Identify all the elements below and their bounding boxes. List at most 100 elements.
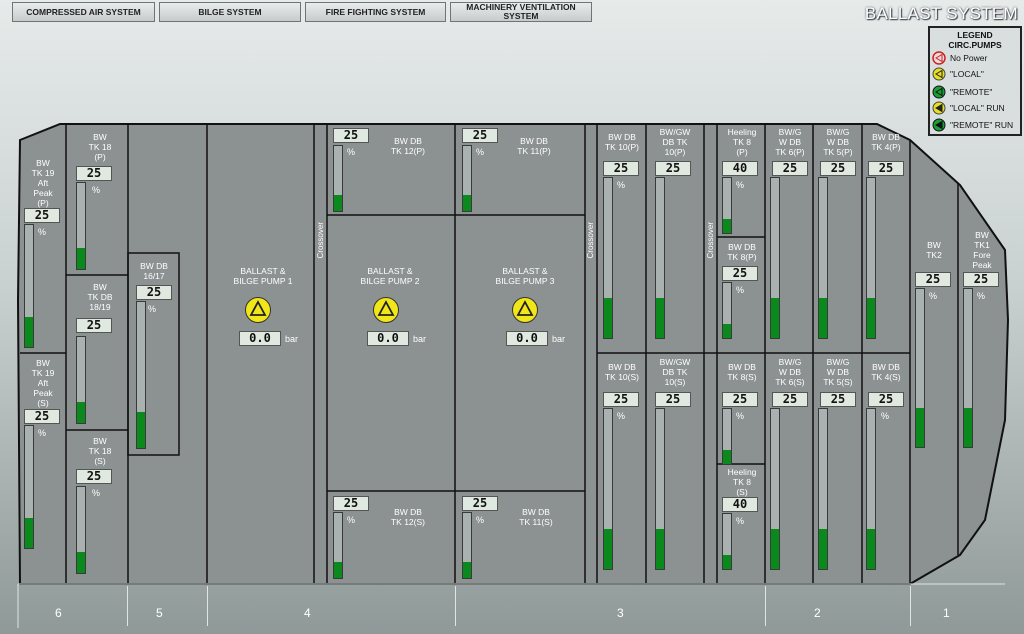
percent-label: % xyxy=(476,515,485,525)
pressure-unit: bar xyxy=(552,334,566,344)
tank-level-bar xyxy=(818,408,828,570)
tank-level-fill xyxy=(819,529,827,569)
tank-label: BW DB TK 10(S) xyxy=(604,362,639,382)
tank-level-bar xyxy=(136,301,146,449)
tank-level-fill xyxy=(656,529,664,569)
percent-label: % xyxy=(92,185,101,195)
pump-label: BALLAST & BILGE PUMP 1 xyxy=(233,266,293,286)
tank-label: BW/GW DB TK 10(P) xyxy=(659,127,691,157)
tank-label: BW DB TK 12(P) xyxy=(390,136,425,156)
pressure-unit: bar xyxy=(285,334,299,344)
tank-label: BW TK 18 (S) xyxy=(88,436,112,466)
tank-value: 25 xyxy=(603,161,639,176)
tank-level-fill xyxy=(334,194,342,211)
tank-level-fill xyxy=(77,401,85,423)
tank-level-fill xyxy=(77,551,85,573)
tank-level-fill xyxy=(723,219,731,233)
percent-label: % xyxy=(476,147,485,157)
tank-level-bar xyxy=(866,177,876,339)
tank-value: 25 xyxy=(820,392,856,407)
tank-level-bar xyxy=(915,288,925,448)
tank-level-fill xyxy=(964,407,972,447)
zone-divider xyxy=(910,586,911,626)
tank-level-fill xyxy=(867,529,875,569)
percent-label: % xyxy=(617,180,626,190)
tank-value: 25 xyxy=(820,161,856,176)
tank-level-fill xyxy=(771,529,779,569)
percent-label: % xyxy=(347,147,356,157)
percent-label: % xyxy=(617,411,626,421)
tank-label: BW/G W DB TK 6(S) xyxy=(775,357,805,387)
zone-number: 3 xyxy=(617,606,624,620)
tank-value: 25 xyxy=(76,166,112,181)
zone-number: 4 xyxy=(304,606,311,620)
tank-level-fill xyxy=(723,324,731,338)
tank-label: BW DB TK 8(S) xyxy=(727,362,757,382)
tank-level-fill xyxy=(25,316,33,347)
tank-value: 25 xyxy=(333,128,369,143)
zone-number: 5 xyxy=(156,606,163,620)
tank-value: 40 xyxy=(722,497,758,512)
tank-level-fill xyxy=(25,517,33,548)
tank-level-fill xyxy=(334,561,342,578)
tank-level-bar xyxy=(462,145,472,212)
tank-value: 25 xyxy=(333,496,369,511)
percent-label: % xyxy=(736,285,745,295)
pump-1-triangle-yellow-icon[interactable] xyxy=(244,296,272,324)
tank-value: 25 xyxy=(868,161,904,176)
tank-label: BW DB TK 8(P) xyxy=(727,242,757,262)
percent-label: % xyxy=(736,411,745,421)
tank-level-bar xyxy=(333,512,343,579)
tank-value: 25 xyxy=(915,272,951,287)
percent-label: % xyxy=(38,428,47,438)
zone-divider xyxy=(455,586,456,626)
pump-2-triangle-yellow-icon[interactable] xyxy=(372,296,400,324)
tank-level-bar xyxy=(655,408,665,570)
percent-label: % xyxy=(977,291,986,301)
tank-value: 25 xyxy=(24,409,60,424)
tank-label: BW DB TK 10(P) xyxy=(604,132,639,152)
pressure-unit: bar xyxy=(413,334,427,344)
tank-label: BW DB TK 12(S) xyxy=(390,507,425,527)
tank-value: 25 xyxy=(76,469,112,484)
tank-value: 25 xyxy=(772,392,808,407)
tank-level-bar xyxy=(722,282,732,339)
tank-level-bar xyxy=(722,408,732,465)
percent-label: % xyxy=(929,291,938,301)
tank-label: BW TK 19 Aft Peak (P) xyxy=(31,158,55,208)
tank-level-bar xyxy=(722,513,732,570)
zone-number: 1 xyxy=(943,606,950,620)
tank-level-bar xyxy=(333,145,343,212)
tank-value: 25 xyxy=(655,161,691,176)
tank-level-bar xyxy=(655,177,665,339)
percent-label: % xyxy=(736,180,745,190)
tank-level-fill xyxy=(723,555,731,569)
tank-label: BW DB TK 11(S) xyxy=(519,507,553,527)
tank-level-bar xyxy=(76,486,86,574)
tank-value: 25 xyxy=(722,392,758,407)
tank-label: BW TK 19 Aft Peak (S) xyxy=(31,358,55,408)
crossover-label: Crossover xyxy=(706,222,715,259)
tank-level-fill xyxy=(916,407,924,447)
pump-label: BALLAST & BILGE PUMP 2 xyxy=(360,266,420,286)
tank-level-bar xyxy=(603,177,613,339)
pump-3-triangle-yellow-icon[interactable] xyxy=(511,296,539,324)
tank-label: BW TK DB 18/19 xyxy=(87,282,113,312)
zone-divider xyxy=(127,586,128,626)
crossover-label: Crossover xyxy=(586,222,595,259)
tank-label: BW DB TK 4(P) xyxy=(871,132,901,152)
tank-label: BW TK1 Fore Peak xyxy=(972,230,992,270)
tank-label: BW DB TK 4(S) xyxy=(871,362,901,382)
tank-value: 25 xyxy=(772,161,808,176)
tank-value: 25 xyxy=(722,266,758,281)
tank-value: 25 xyxy=(24,208,60,223)
tank-value: 25 xyxy=(603,392,639,407)
tank-label: BW DB 16/17 xyxy=(140,261,168,281)
tank-level-bar xyxy=(770,177,780,339)
tank-label: Heeling TK 8 (S) xyxy=(727,467,757,497)
tank-label: BW/G W DB TK 5(P) xyxy=(823,127,853,157)
tank-value: 25 xyxy=(136,285,172,300)
zone-number: 6 xyxy=(55,606,62,620)
tank-label: BW/GW DB TK 10(S) xyxy=(659,357,691,387)
tank-label: BW DB TK 11(P) xyxy=(517,136,551,156)
